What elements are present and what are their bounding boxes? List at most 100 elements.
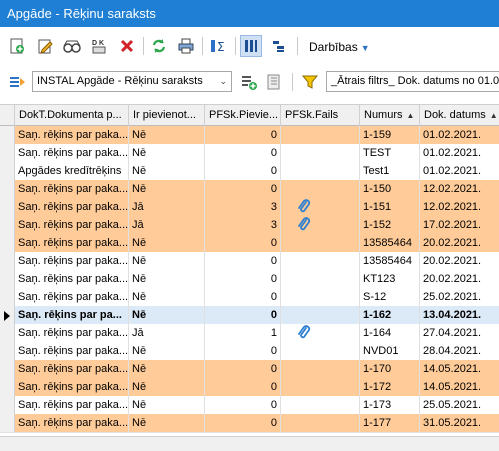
column-header-attached[interactable]: Ir pievienot...: [129, 105, 205, 126]
cell-doc-type[interactable]: Saņ. rēķins par paka...: [15, 126, 129, 145]
cell-number[interactable]: 1-173: [360, 396, 420, 415]
cell-file[interactable]: [281, 144, 360, 163]
cell-file[interactable]: [281, 342, 360, 361]
cell-file[interactable]: [281, 216, 360, 235]
cell-doc-type[interactable]: Saņ. rēķins par paka...: [15, 378, 129, 397]
table-row[interactable]: Saņ. rēķins par paka... Nē 0 1-173 25.05.202…: [0, 396, 499, 415]
column-header-file[interactable]: PFSk.Fails: [281, 105, 360, 126]
table-row[interactable]: Saņ. rēķins par paka... Nē 0 13585464 20.02.…: [0, 234, 499, 253]
cell-doc-type[interactable]: Saņ. rēķins par paka...: [15, 288, 129, 307]
cell-attach-count[interactable]: 0: [205, 144, 281, 163]
actions-menu[interactable]: Darbības ▼: [309, 38, 370, 56]
cell-doc-type[interactable]: Saņ. rēķins par paka...: [15, 198, 129, 217]
cell-file[interactable]: [281, 306, 360, 325]
new-doc-icon[interactable]: [6, 35, 28, 57]
cell-doc-type[interactable]: Apgādes kredītrēķins: [15, 162, 129, 181]
paperclip-icon[interactable]: [297, 199, 311, 215]
row-indicator[interactable]: [0, 126, 15, 145]
cell-attached[interactable]: Nē: [129, 306, 205, 325]
table-row[interactable]: Saņ. rēķins par paka... Nē 0 13585464 20.02.…: [0, 252, 499, 271]
row-indicator[interactable]: [0, 144, 15, 163]
edit-icon[interactable]: [34, 35, 56, 57]
cell-number[interactable]: 1-172: [360, 378, 420, 397]
cell-doc-date[interactable]: 14.05.2021.: [420, 360, 499, 379]
cell-attach-count[interactable]: 0: [205, 180, 281, 199]
cell-doc-date[interactable]: 28.04.2021.: [420, 342, 499, 361]
cell-doc-date[interactable]: 25.05.2021.: [420, 396, 499, 415]
cell-doc-type[interactable]: Saņ. rēķins par paka...: [15, 234, 129, 253]
view-icon[interactable]: [61, 35, 83, 57]
cell-doc-date[interactable]: 31.05.2021.: [420, 414, 499, 433]
column-header-number[interactable]: Numurs ▲: [360, 105, 420, 126]
cell-attached[interactable]: Nē: [129, 126, 205, 145]
cell-attach-count[interactable]: 0: [205, 162, 281, 181]
cell-attach-count[interactable]: 0: [205, 288, 281, 307]
sum-icon[interactable]: Σ: [208, 35, 230, 57]
cell-doc-date[interactable]: 14.05.2021.: [420, 378, 499, 397]
cell-file[interactable]: [281, 234, 360, 253]
dk-icon[interactable]: D K: [88, 35, 110, 57]
cell-doc-type[interactable]: Saņ. rēķins par paka...: [15, 324, 129, 343]
refresh-icon[interactable]: [148, 35, 170, 57]
cell-number[interactable]: 1-151: [360, 198, 420, 217]
cell-attach-count[interactable]: 0: [205, 360, 281, 379]
delete-icon[interactable]: [116, 35, 138, 57]
cell-number[interactable]: TEST: [360, 144, 420, 163]
cell-doc-type[interactable]: Saņ. rēķins par paka...: [15, 396, 129, 415]
table-row[interactable]: Apgādes kredītrēķins Nē 0 Test1 01.02.2021.: [0, 162, 499, 181]
cell-number[interactable]: 1-159: [360, 126, 420, 145]
cell-file[interactable]: [281, 324, 360, 343]
cell-number[interactable]: Test1: [360, 162, 420, 181]
cell-doc-date[interactable]: 27.04.2021.: [420, 324, 499, 343]
cell-doc-type[interactable]: Saņ. rēķins par paka...: [15, 270, 129, 289]
cell-attached[interactable]: Jā: [129, 216, 205, 235]
row-indicator[interactable]: [0, 378, 15, 397]
row-indicator[interactable]: [0, 360, 15, 379]
row-indicator[interactable]: [0, 342, 15, 361]
cell-number[interactable]: 1-177: [360, 414, 420, 433]
cell-attached[interactable]: Nē: [129, 180, 205, 199]
cell-file[interactable]: [281, 126, 360, 145]
cell-attach-count[interactable]: 0: [205, 234, 281, 253]
cell-number[interactable]: 13585464: [360, 234, 420, 253]
cell-doc-date[interactable]: 20.02.2021.: [420, 234, 499, 253]
report-select[interactable]: INSTAL Apgāde - Rēķinu saraksts ⌄: [32, 71, 232, 92]
cell-doc-date[interactable]: 01.02.2021.: [420, 126, 499, 145]
table-row[interactable]: Saņ. rēķins par paka... Jā 3 1-151 12.02.202…: [0, 198, 499, 217]
cell-doc-type[interactable]: Saņ. rēķins par paka...: [15, 360, 129, 379]
table-row[interactable]: Saņ. rēķins par paka... Nē 0 S-12 25.02.2021…: [0, 288, 499, 307]
cell-attach-count[interactable]: 0: [205, 378, 281, 397]
cell-doc-date[interactable]: 01.02.2021.: [420, 144, 499, 163]
cell-doc-type[interactable]: Saņ. rēķins par paka...: [15, 252, 129, 271]
table-row[interactable]: Saņ. rēķins par paka... Jā 1 1-164 27.04.202…: [0, 324, 499, 343]
cell-attached[interactable]: Nē: [129, 342, 205, 361]
cell-doc-type[interactable]: Saņ. rēķins par paka...: [15, 180, 129, 199]
table-row[interactable]: Saņ. rēķins par paka... Nē 0 TEST 01.02.2021…: [0, 144, 499, 163]
report-add-icon[interactable]: [238, 71, 260, 93]
row-indicator[interactable]: [0, 306, 15, 325]
table-row[interactable]: Saņ. rēķins par pa... Nē 0 1-162 13.04.2021.: [0, 306, 499, 325]
filter-icon[interactable]: [299, 71, 321, 93]
cell-attach-count[interactable]: 1: [205, 324, 281, 343]
cell-attached[interactable]: Nē: [129, 270, 205, 289]
table-row[interactable]: Saņ. rēķins par paka... Nē 0 1-172 14.05.202…: [0, 378, 499, 397]
cell-attached[interactable]: Nē: [129, 360, 205, 379]
cell-attach-count[interactable]: 3: [205, 216, 281, 235]
column-header-attach-count[interactable]: PFSk.Pievie...: [205, 105, 281, 126]
table-row[interactable]: Saņ. rēķins par paka... Nē 0 1-170 14.05.202…: [0, 360, 499, 379]
cell-file[interactable]: [281, 288, 360, 307]
cell-doc-date[interactable]: 17.02.2021.: [420, 216, 499, 235]
print-icon[interactable]: [175, 35, 197, 57]
cell-attach-count[interactable]: 0: [205, 270, 281, 289]
column-header-doc-type[interactable]: DokT.Dokumenta p...: [15, 105, 129, 126]
row-indicator[interactable]: [0, 396, 15, 415]
cell-file[interactable]: [281, 414, 360, 433]
tree-icon[interactable]: [268, 35, 290, 57]
cell-doc-date[interactable]: 20.02.2021.: [420, 270, 499, 289]
cell-attach-count[interactable]: 0: [205, 306, 281, 325]
table-row[interactable]: Saņ. rēķins par paka... Nē 0 1-177 31.05.202…: [0, 414, 499, 433]
cell-attached[interactable]: Jā: [129, 198, 205, 217]
cell-file[interactable]: [281, 162, 360, 181]
cell-attach-count[interactable]: 0: [205, 396, 281, 415]
quick-filter-field[interactable]: _Ātrais filtrs_ Dok. datums no 01.01: [326, 71, 499, 92]
